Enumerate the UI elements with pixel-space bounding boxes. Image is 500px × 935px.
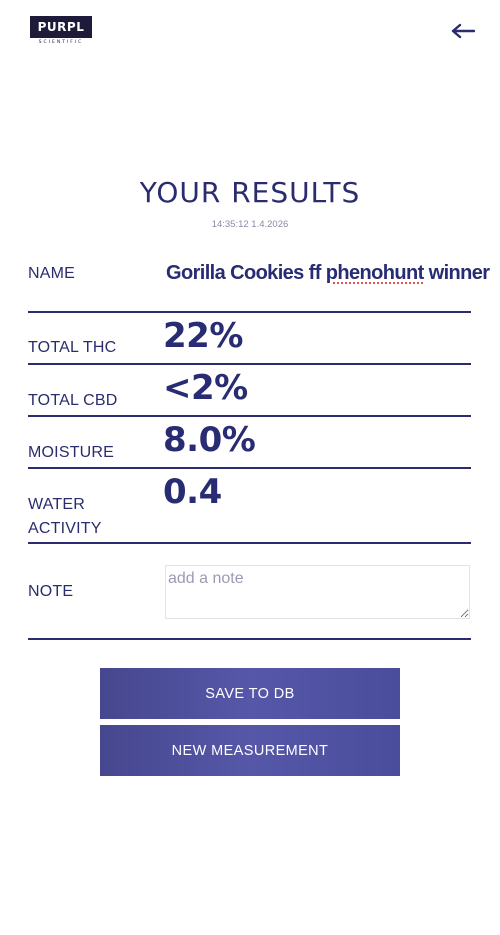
cbd-value: <2% bbox=[163, 368, 248, 408]
note-label: NOTE bbox=[28, 583, 74, 600]
page-title: YOUR RESULTS bbox=[139, 176, 361, 209]
divider bbox=[28, 542, 471, 544]
back-button[interactable] bbox=[450, 20, 476, 42]
sample-name[interactable]: Gorilla Cookies ff phenohunt winner bbox=[166, 262, 490, 285]
divider bbox=[28, 467, 471, 469]
note-input[interactable] bbox=[165, 565, 470, 619]
water-activity-value: 0.4 bbox=[163, 472, 222, 512]
divider bbox=[28, 638, 471, 640]
purpl-logo: PURPL SCIENTIFIC bbox=[30, 16, 92, 48]
name-label: NAME bbox=[28, 265, 76, 282]
divider bbox=[28, 311, 471, 313]
thc-value: 22% bbox=[163, 316, 243, 356]
water-activity-label-line1: WATER bbox=[28, 496, 85, 513]
save-to-db-button[interactable]: SAVE TO DB bbox=[100, 668, 400, 719]
logo-text: PURPL bbox=[30, 16, 92, 38]
sample-name-part1: Gorilla Cookies ff bbox=[166, 262, 326, 284]
logo-subtext: SCIENTIFIC bbox=[38, 40, 84, 45]
timestamp: 14:35:12 1.4.2026 bbox=[211, 219, 289, 230]
arrow-left-icon bbox=[451, 23, 475, 39]
divider bbox=[28, 363, 471, 365]
cbd-label: TOTAL CBD bbox=[28, 392, 118, 409]
divider bbox=[28, 415, 471, 417]
water-activity-label-line2: ACTIVITY bbox=[28, 520, 102, 537]
moisture-label: MOISTURE bbox=[28, 444, 115, 461]
sample-name-part2: winner bbox=[423, 262, 490, 284]
moisture-value: 8.0% bbox=[163, 420, 256, 460]
thc-label: TOTAL THC bbox=[28, 339, 117, 356]
sample-name-misspelled: phenohunt bbox=[325, 262, 425, 284]
new-measurement-button[interactable]: NEW MEASUREMENT bbox=[100, 725, 400, 776]
